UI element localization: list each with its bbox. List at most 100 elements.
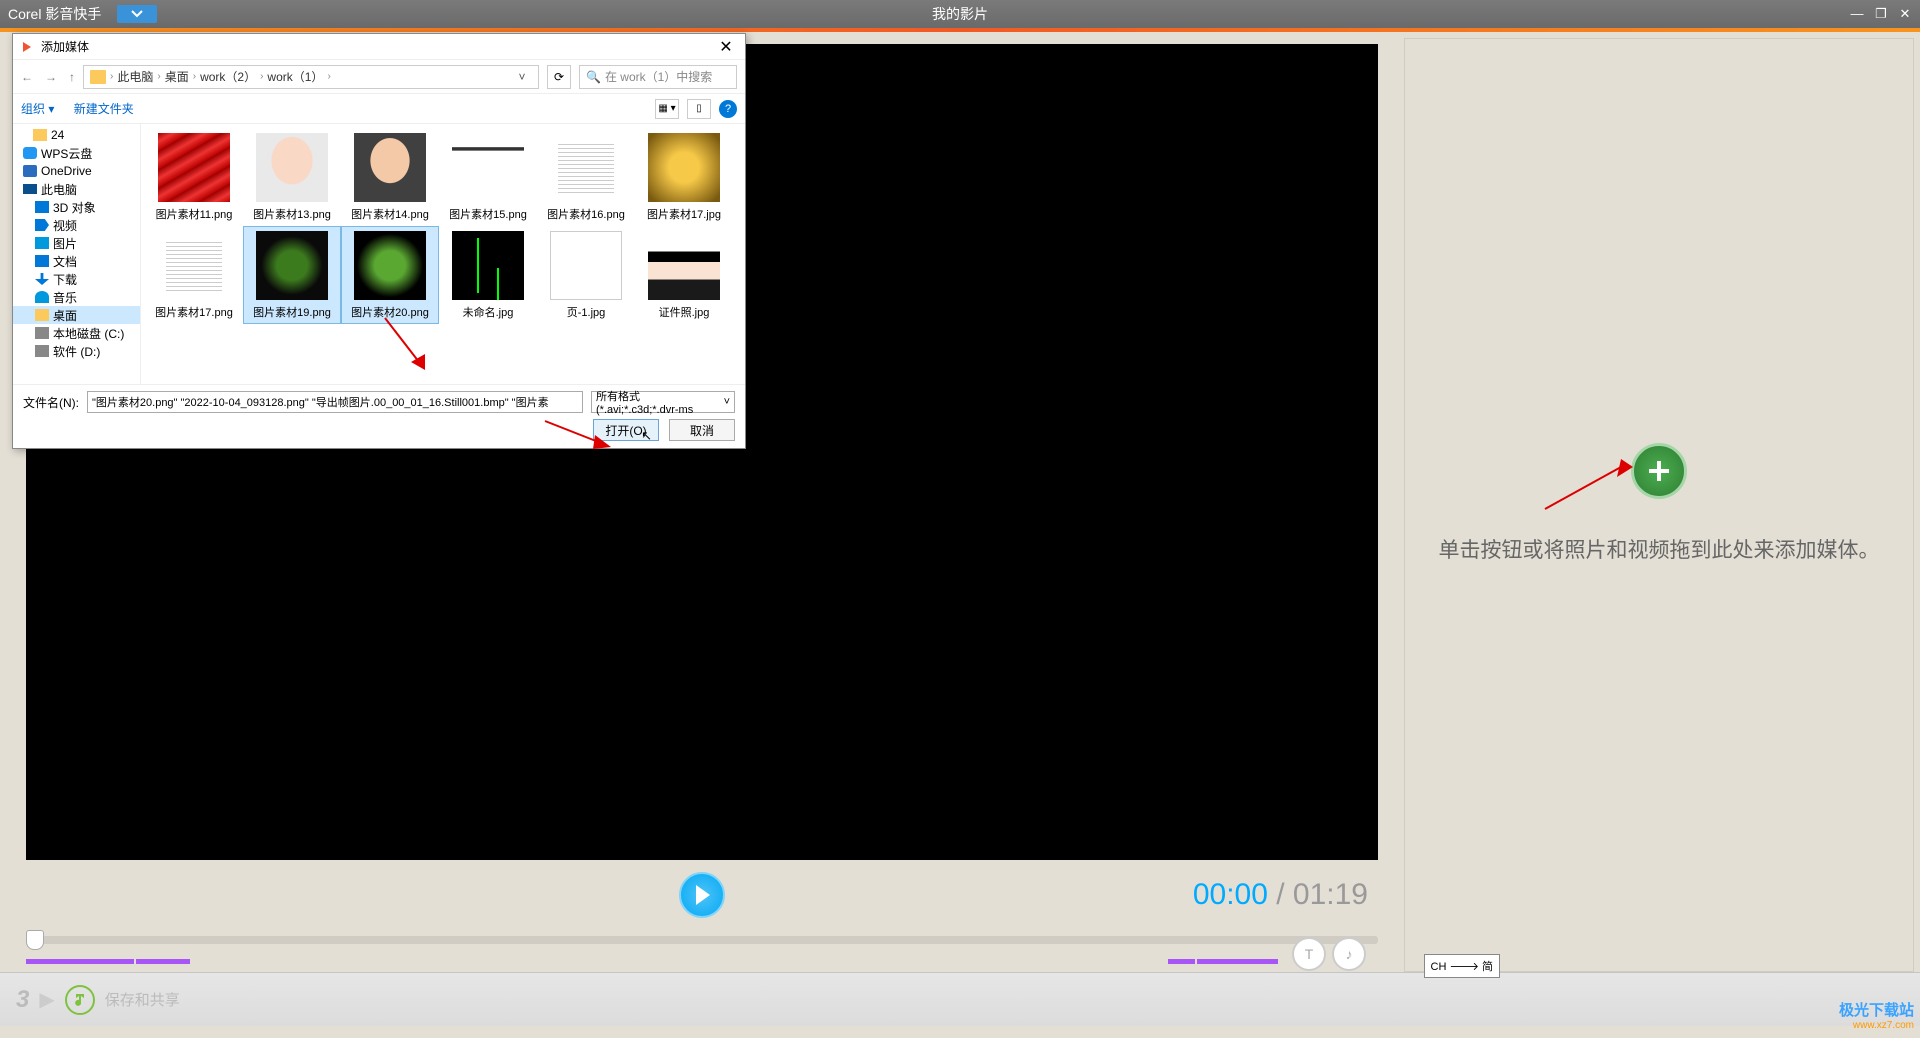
tree-item[interactable]: 3D 对象: [13, 198, 140, 216]
refresh-button[interactable]: ⟳: [547, 65, 571, 89]
tree-item[interactable]: 24: [13, 126, 140, 144]
tree-item[interactable]: 音乐: [13, 288, 140, 306]
file-item[interactable]: 证件照.jpg: [635, 226, 733, 324]
play-button[interactable]: [679, 872, 725, 918]
clip-segment: [1168, 959, 1195, 964]
file-item[interactable]: 图片素材14.png: [341, 128, 439, 226]
add-media-hint: 单击按钮或将照片和视频拖到此处来添加媒体。: [1409, 535, 1910, 567]
search-box[interactable]: 🔍 在 work（1）中搜索: [579, 65, 737, 89]
file-item[interactable]: 图片素材15.png: [439, 128, 537, 226]
step-label[interactable]: 保存和共享: [105, 989, 180, 1010]
tree-item[interactable]: 此电脑: [13, 180, 140, 198]
search-icon: 🔍: [586, 70, 601, 84]
add-music-button[interactable]: ♪: [1332, 937, 1366, 971]
tree-item[interactable]: 视频: [13, 216, 140, 234]
view-mode-button[interactable]: ▦ ▾: [655, 99, 679, 119]
file-item[interactable]: 图片素材17.png: [145, 226, 243, 324]
watermark: 极光下载站 www.xz7.com: [1839, 1002, 1914, 1032]
tree-item[interactable]: 桌面: [13, 306, 140, 324]
file-thumbnail: [648, 231, 720, 300]
breadcrumb-bar[interactable]: › 此电脑› 桌面› work（2）› work（1）› ˅: [83, 65, 539, 89]
tree-item[interactable]: OneDrive: [13, 162, 140, 180]
tree-item[interactable]: 图片: [13, 234, 140, 252]
file-label: 未命名.jpg: [443, 304, 533, 319]
tree-item[interactable]: 软件 (D:): [13, 342, 140, 360]
maximize-button[interactable]: ❐: [1874, 6, 1888, 22]
file-item[interactable]: 页-1.jpg: [537, 226, 635, 324]
media-drop-panel[interactable]: 单击按钮或将照片和视频拖到此处来添加媒体。 ⚙: [1404, 38, 1914, 972]
tree-item-label: 下载: [53, 271, 77, 288]
help-button[interactable]: ?: [719, 100, 737, 118]
file-thumbnail: [256, 133, 328, 202]
file-item[interactable]: 图片素材11.png: [145, 128, 243, 226]
dialog-close-button[interactable]: ✕: [715, 37, 737, 57]
breadcrumb-dropdown-icon[interactable]: ˅: [512, 70, 532, 84]
time-display: 00:00 / 01:19: [1193, 878, 1368, 912]
file-item[interactable]: [145, 324, 243, 384]
close-button[interactable]: ✕: [1898, 6, 1912, 22]
dialog-nav-row: ← → ↑ › 此电脑› 桌面› work（2）› work（1）› ˅ ⟳ 🔍…: [13, 60, 745, 94]
nav-up-button[interactable]: ↑: [69, 70, 75, 84]
tree-item[interactable]: 文档: [13, 252, 140, 270]
file-label: 图片素材19.png: [247, 304, 337, 319]
file-label: 图片素材17.jpg: [639, 206, 729, 221]
play-controls: 00:00 / 01:19: [6, 870, 1398, 920]
nav-forward-button[interactable]: →: [45, 70, 57, 84]
dialog-app-icon: [21, 40, 35, 54]
titlebar: Corel 影音快手 我的影片 — ❐ ✕: [0, 0, 1920, 28]
organize-menu[interactable]: 组织 ▾: [21, 102, 54, 116]
tree-item-label: 3D 对象: [53, 199, 96, 216]
ime-indicator[interactable]: CH 🡒 简: [1424, 954, 1501, 978]
file-item[interactable]: 图片素材17.jpg: [635, 128, 733, 226]
timeline-track[interactable]: [26, 936, 1378, 944]
window-controls: — ❐ ✕: [1850, 6, 1912, 22]
cloud-icon: [23, 147, 37, 159]
pic-icon: [35, 237, 49, 249]
file-item[interactable]: 图片素材20.png: [341, 226, 439, 324]
tree-item[interactable]: WPS云盘: [13, 144, 140, 162]
file-item[interactable]: 图片素材13.png: [243, 128, 341, 226]
file-type-filter[interactable]: 所有格式 (*.avi;*.c3d;*.dvr-ms˅: [591, 391, 735, 413]
preview-pane-button[interactable]: ▯: [687, 99, 711, 119]
search-placeholder: 在 work（1）中搜索: [605, 68, 712, 85]
minimize-button[interactable]: —: [1850, 6, 1864, 22]
file-item[interactable]: 图片素材16.png: [537, 128, 635, 226]
nav-back-button[interactable]: ←: [21, 70, 33, 84]
title-dropdown-button[interactable]: [117, 5, 157, 23]
tree-item[interactable]: 下载: [13, 270, 140, 288]
file-item[interactable]: 图片素材19.png: [243, 226, 341, 324]
doc-icon: [35, 255, 49, 267]
dl-icon: [35, 273, 49, 285]
timeline[interactable]: T ♪: [26, 926, 1378, 966]
filename-input[interactable]: [87, 391, 583, 413]
step-number: 3: [16, 986, 29, 1014]
file-item[interactable]: 未命名.jpg: [439, 226, 537, 324]
file-thumbnail: [550, 133, 622, 202]
add-text-button[interactable]: T: [1292, 937, 1326, 971]
file-thumbnail: [550, 231, 622, 300]
tree-item[interactable]: 本地磁盘 (C:): [13, 324, 140, 342]
file-label: 图片素材14.png: [345, 206, 435, 221]
timeline-segments: [26, 956, 1378, 966]
file-label: 图片素材15.png: [443, 206, 533, 221]
share-icon[interactable]: [65, 985, 95, 1015]
file-label: 证件照.jpg: [639, 304, 729, 319]
step-arrow-icon: ▶: [39, 987, 54, 1012]
bottom-step-bar: 3 ▶ 保存和共享: [0, 972, 1920, 1026]
file-list-pane[interactable]: 图片素材11.png 图片素材13.png 图片素材14.png 图片素材15.png…: [141, 124, 745, 384]
open-button[interactable]: 打开(O) ↖: [593, 419, 659, 441]
cancel-button[interactable]: 取消: [669, 419, 735, 441]
new-folder-button[interactable]: 新建文件夹: [74, 102, 134, 116]
clip-segment: [136, 959, 190, 964]
disk-icon: [35, 327, 49, 339]
tree-item-label: 文档: [53, 253, 77, 270]
tree-item-label: WPS云盘: [41, 145, 92, 162]
timeline-scrubber[interactable]: [26, 930, 44, 950]
folder-tree[interactable]: 24WPS云盘OneDrive此电脑3D 对象视频图片文档下载音乐桌面本地磁盘 …: [13, 124, 141, 384]
file-thumbnail: [452, 231, 524, 300]
file-label: 图片素材16.png: [541, 206, 631, 221]
annotation-arrow-icon: [1535, 459, 1635, 519]
file-label: 图片素材13.png: [247, 206, 337, 221]
file-open-dialog: 添加媒体 ✕ ← → ↑ › 此电脑› 桌面› work（2）› work（1）…: [12, 33, 746, 449]
add-media-button[interactable]: [1631, 443, 1687, 499]
